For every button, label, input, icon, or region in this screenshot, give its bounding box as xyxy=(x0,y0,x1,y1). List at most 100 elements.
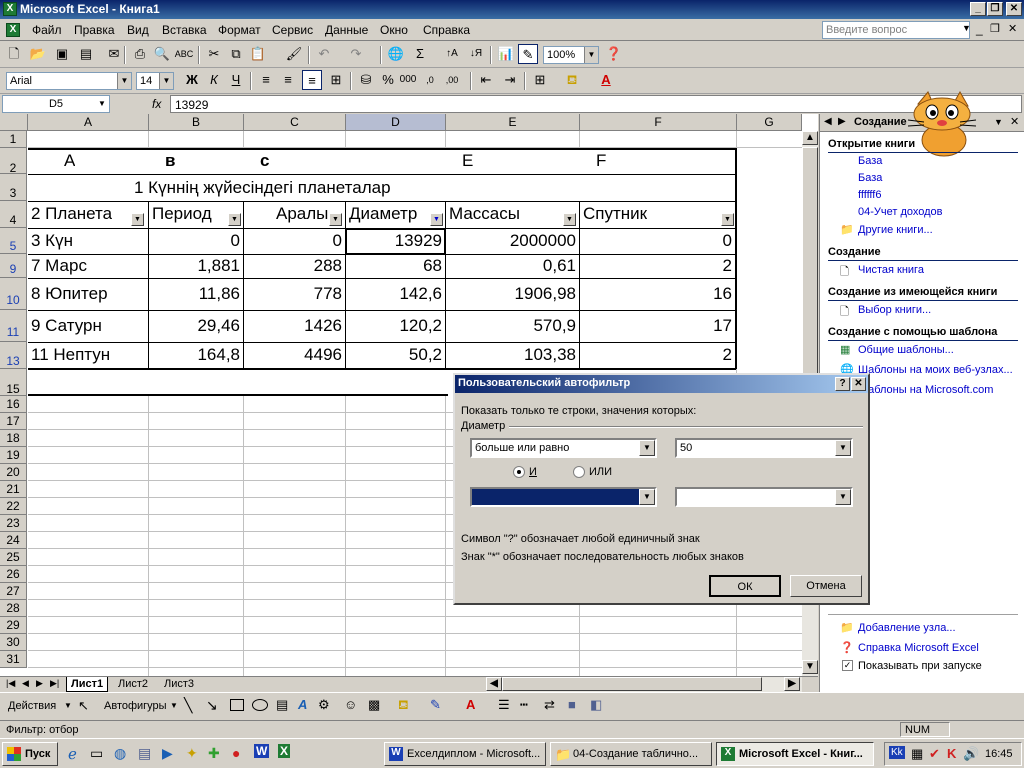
sort-ascending-icon[interactable]: ↑A xyxy=(442,44,462,64)
italic-icon[interactable]: К xyxy=(204,70,224,90)
cell-satellites[interactable]: 2 xyxy=(723,256,732,276)
arrow-icon[interactable]: ↘ xyxy=(206,697,218,714)
task-folder[interactable]: 📁 04-Создание таблично... xyxy=(550,742,712,766)
kaspersky-icon[interactable]: K xyxy=(947,746,956,761)
recent-file-1[interactable]: База xyxy=(858,155,882,167)
tab-prev-icon[interactable]: ◀ xyxy=(22,678,29,689)
ms-templates-link[interactable]: Шаблоны на Microsoft.com xyxy=(858,384,993,396)
row-header-21[interactable]: 21 xyxy=(0,481,27,498)
row-header-4[interactable]: 4 xyxy=(0,201,27,228)
header-diameter[interactable]: Диаметр xyxy=(349,204,417,224)
horizontal-scroll-thumb[interactable] xyxy=(502,677,762,691)
menu-data[interactable]: Данные xyxy=(325,23,368,37)
textbox-icon[interactable]: ▤ xyxy=(276,697,288,713)
document-icon[interactable]: X xyxy=(6,23,20,37)
col-header-c[interactable]: C xyxy=(244,114,346,131)
antivirus-icon[interactable]: ✔ xyxy=(929,746,940,762)
open-icon[interactable]: 📂 xyxy=(28,44,48,64)
ie-icon[interactable]: ℯ xyxy=(68,745,77,763)
header-period[interactable]: Период xyxy=(152,204,212,224)
cancel-button[interactable]: Отмена xyxy=(790,575,862,597)
operator1-dropdown-icon[interactable]: ▼ xyxy=(639,440,655,456)
merge-icon[interactable]: ⊞ xyxy=(326,70,346,90)
fx-icon[interactable]: fx xyxy=(152,97,161,111)
general-templates-link[interactable]: Общие шаблоны... xyxy=(858,344,954,356)
cut-icon[interactable]: ✂ xyxy=(204,44,224,64)
cell-diameter[interactable]: 50,2 xyxy=(409,345,442,365)
new-icon[interactable]: 🗋 xyxy=(4,44,24,64)
row-header-13[interactable]: 13 xyxy=(0,342,27,369)
cell-distance[interactable]: 1426 xyxy=(304,316,342,336)
excel-help-link[interactable]: Справка Microsoft Excel xyxy=(858,642,979,654)
permission-icon[interactable]: ▤ xyxy=(76,44,96,64)
menu-format[interactable]: Формат xyxy=(218,23,261,37)
menu-help[interactable]: Справка xyxy=(423,23,470,37)
increase-indent-icon[interactable]: ⇥ xyxy=(500,70,520,90)
header-satellites[interactable]: Спутник xyxy=(583,204,647,224)
scroll-left-icon[interactable]: ◀ xyxy=(486,677,502,691)
pane-close-icon[interactable]: ✕ xyxy=(1010,115,1019,128)
recent-file-2[interactable]: База xyxy=(858,172,882,184)
row-header-31[interactable]: 31 xyxy=(0,651,27,668)
email-icon[interactable]: ✉ xyxy=(104,44,124,64)
filter-mass-icon[interactable]: ▼ xyxy=(563,213,576,226)
doc-close-icon[interactable]: ✕ xyxy=(1008,22,1017,35)
draw-fill-color-icon[interactable]: ⛾ xyxy=(398,697,409,715)
filter-period-icon[interactable]: ▼ xyxy=(228,213,241,226)
row-header-26[interactable]: 26 xyxy=(0,566,27,583)
draw-actions-menu[interactable]: Действия xyxy=(8,700,56,712)
recent-file-4[interactable]: 04-Учет доходов xyxy=(858,206,943,218)
font-color-icon[interactable]: A xyxy=(596,70,616,90)
row-header-29[interactable]: 29 xyxy=(0,617,27,634)
cell-period[interactable]: 1,881 xyxy=(197,256,240,276)
value2-combo[interactable]: ▼ xyxy=(675,487,853,507)
draw-actions-dropdown-icon[interactable]: ▼ xyxy=(64,701,72,710)
row-header-11[interactable]: 11 xyxy=(0,310,27,342)
row-header-18[interactable]: 18 xyxy=(0,430,27,447)
line-icon[interactable]: ╲ xyxy=(184,697,192,714)
col-header-a[interactable]: A xyxy=(28,114,149,131)
cell-satellites[interactable]: 2 xyxy=(723,345,732,365)
tab-first-icon[interactable]: |◀ xyxy=(6,678,15,689)
cell-distance[interactable]: 288 xyxy=(314,256,342,276)
table-title[interactable]: 1 Күннің жүйесіндегі планеталар xyxy=(134,178,391,198)
cell-b2[interactable]: в xyxy=(165,151,175,171)
currency-icon[interactable]: ⛁ xyxy=(356,70,376,90)
name-box-dropdown-icon[interactable]: ▼ xyxy=(95,96,109,112)
cell-period[interactable]: 164,8 xyxy=(197,345,240,365)
line-style-icon[interactable]: ☰ xyxy=(498,697,510,713)
cell-diameter[interactable]: 120,2 xyxy=(399,316,442,336)
pane-forward-icon[interactable]: ▶ xyxy=(838,116,846,127)
name-box[interactable]: D5 ▼ xyxy=(2,95,110,113)
tab-last-icon[interactable]: ▶| xyxy=(50,678,59,689)
value1-combo[interactable]: 50 ▼ xyxy=(675,438,853,458)
minimize-button[interactable]: _ xyxy=(970,2,986,16)
cell-planet[interactable]: 7 Марс xyxy=(31,256,87,276)
line-color-icon[interactable]: ✎ xyxy=(430,697,441,713)
dialog-close-icon[interactable]: ✕ xyxy=(851,377,866,391)
align-left-icon[interactable]: ≡ xyxy=(256,70,276,90)
value2-dropdown-icon[interactable]: ▼ xyxy=(835,489,851,505)
menu-edit[interactable]: Правка xyxy=(74,23,115,37)
copy-icon[interactable]: ⧉ xyxy=(226,44,246,64)
col-header-g[interactable]: G xyxy=(737,114,802,131)
help-icon[interactable]: ❓ xyxy=(604,44,624,64)
thousands-icon[interactable]: 000 xyxy=(398,70,418,90)
preview-icon[interactable]: 🔍 xyxy=(152,44,172,64)
recent-file-3[interactable]: ffffff6 xyxy=(858,189,881,201)
align-center-icon[interactable]: ≡ xyxy=(278,70,298,90)
formula-input[interactable]: 13929 xyxy=(170,95,1022,113)
or-radio[interactable] xyxy=(573,466,585,478)
underline-icon[interactable]: Ч xyxy=(226,70,246,90)
menu-window[interactable]: Окно xyxy=(380,23,408,37)
row-header-3[interactable]: 3 xyxy=(0,174,27,201)
row-header-16[interactable]: 16 xyxy=(0,396,27,413)
decrease-indent-icon[interactable]: ⇤ xyxy=(476,70,496,90)
filter-satellites-icon[interactable]: ▼ xyxy=(721,213,734,226)
picture-icon[interactable]: ▩ xyxy=(368,697,380,713)
row-header-22[interactable]: 22 xyxy=(0,498,27,515)
dialog-help-icon[interactable]: ? xyxy=(835,377,850,391)
cell-distance[interactable]: 0 xyxy=(333,231,342,251)
save-icon[interactable]: ▣ xyxy=(52,44,72,64)
row-header-15[interactable]: 15 xyxy=(0,369,27,396)
